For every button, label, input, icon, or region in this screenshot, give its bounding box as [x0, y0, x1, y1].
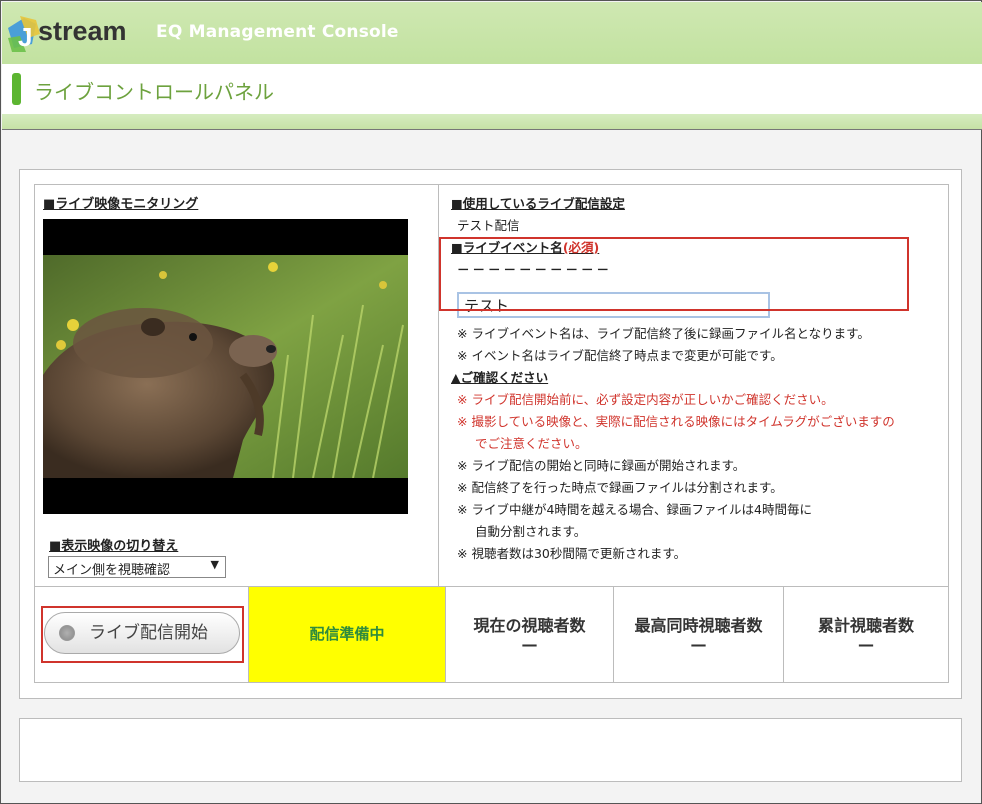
info-viewer-refresh: ※ 視聴者数は30秒間隔で更新されます。 — [457, 546, 687, 561]
jstream-logo: J stream — [6, 10, 136, 58]
live-video-preview[interactable] — [43, 219, 408, 514]
current-viewers-label: 現在の視聴者数 — [473, 616, 586, 635]
info-recording-split: ※ 配信終了を行った時点で録画ファイルは分割されます。 — [457, 480, 783, 495]
page-title: ライブコントロールパネル — [34, 80, 274, 104]
status-cell: 配信準備中 — [249, 587, 446, 682]
total-viewers-value: — — [858, 635, 874, 654]
peak-viewers-cell: 最高同時視聴者数 — — [614, 587, 784, 682]
logo-text: stream — [38, 16, 127, 46]
stream-status: 配信準備中 — [309, 625, 385, 643]
confirm-heading: ▲ご確認ください — [451, 370, 549, 385]
logo-letter: J — [18, 22, 32, 52]
warning-timelag-line1: ※ 撮影している映像と、実際に配信される映像にはタイムラグがございますの — [457, 414, 895, 429]
event-name-highlight-box — [439, 237, 909, 311]
monitor-section: ■ライブ映像モニタリング ■表示映像の切り替え メイン側を視聴確認 ▼ — [34, 184, 438, 586]
title-accent-bar — [12, 73, 21, 105]
video-source-select-value: メイン側を視聴確認 — [53, 563, 171, 578]
app-window: J stream EQ Management Console ライブコントロール… — [0, 0, 982, 804]
video-source-select[interactable]: メイン側を視聴確認 ▼ — [48, 556, 226, 578]
page-title-bar: ライブコントロールパネル — [2, 64, 982, 114]
warning-check-settings: ※ ライブ配信開始前に、必ず設定内容が正しいかご確認ください。 — [457, 392, 834, 407]
app-header: J stream EQ Management Console — [2, 2, 982, 64]
settings-heading: ■使用しているライブ配信設定 — [451, 196, 625, 211]
note-recording-filename: ※ ライブイベント名は、ライブ配信終了後に録画ファイル名となります。 — [457, 326, 870, 341]
peak-viewers-label: 最高同時視聴者数 — [634, 616, 763, 635]
secondary-panel — [19, 718, 962, 782]
total-viewers-label: 累計視聴者数 — [817, 616, 914, 635]
start-button-cell: ライブ配信開始 — [35, 587, 249, 682]
control-row: ライブ配信開始 配信準備中 現在の視聴者数 — 最高同時視聴者数 — 累計視聴者… — [34, 586, 949, 683]
app-title: EQ Management Console — [156, 22, 399, 42]
settings-section: ■使用しているライブ配信設定 テスト配信 ■ライブイベント名(必須) －－－－－… — [438, 184, 949, 586]
header-divider — [2, 114, 982, 130]
info-4hour-split-line2: 自動分割されます。 — [475, 524, 587, 539]
start-button-highlight-box — [41, 606, 244, 663]
note-event-name-editable: ※ イベント名はライブ配信終了時点まで変更が可能です。 — [457, 348, 783, 363]
marmot-video-frame — [43, 255, 408, 478]
chevron-down-icon: ▼ — [210, 558, 219, 571]
current-viewers-value: — — [521, 635, 538, 654]
video-switch-heading: ■表示映像の切り替え — [49, 539, 179, 554]
live-control-panel: ■ライブ映像モニタリング ■表示映像の切り替え メイン側を視聴確認 ▼ ■使用し… — [19, 169, 962, 699]
info-4hour-split-line1: ※ ライブ中継が4時間を越える場合、録画ファイルは4時間毎に — [457, 502, 812, 517]
warning-timelag-line2: でご注意ください。 — [475, 436, 588, 451]
total-viewers-cell: 累計視聴者数 — — [784, 587, 948, 682]
info-recording-start: ※ ライブ配信の開始と同時に録画が開始されます。 — [457, 458, 746, 473]
peak-viewers-value: — — [690, 635, 707, 654]
settings-value: テスト配信 — [457, 218, 520, 233]
current-viewers-cell: 現在の視聴者数 — — [446, 587, 614, 682]
monitor-heading: ■ライブ映像モニタリング — [43, 197, 199, 212]
